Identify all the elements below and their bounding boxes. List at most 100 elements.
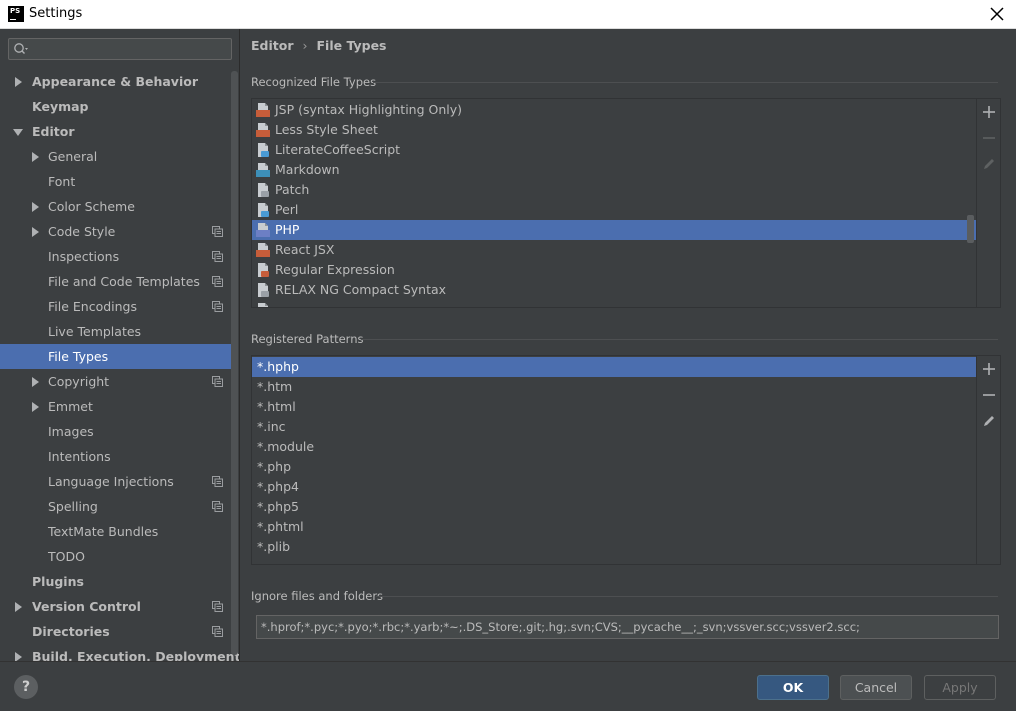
file-type-label: RELAX NG Compact Syntax [275, 282, 447, 297]
recognized-file-types-list[interactable]: JSP (syntax Highlighting Only) Less Style… [251, 98, 1001, 308]
sidebar-item[interactable]: Images [0, 419, 232, 444]
file-type-row[interactable]: Regular Expression [252, 260, 976, 280]
file-type-row[interactable]: JSP (syntax Highlighting Only) [252, 100, 976, 120]
project-level-icon [212, 251, 223, 262]
sidebar-item[interactable]: Appearance & Behavior [0, 69, 232, 94]
remove-pattern-icon[interactable] [981, 387, 997, 403]
file-type-label: Less Style Sheet [275, 122, 378, 137]
sidebar-item[interactable]: Emmet [0, 394, 232, 419]
sidebar-item[interactable]: Version Control [0, 594, 232, 619]
file-type-row[interactable]: Less Style Sheet [252, 120, 976, 140]
sidebar-item[interactable]: TextMate Bundles [0, 519, 232, 544]
sidebar-item[interactable]: Intentions [0, 444, 232, 469]
file-type-row[interactable]: Perl [252, 200, 976, 220]
file-type-row[interactable]: RELAX NG Compact Syntax [252, 280, 976, 300]
file-type-row[interactable]: LiterateCoffeeScript [252, 140, 976, 160]
sidebar-item[interactable]: File Encodings [0, 294, 232, 319]
pattern-label: *.plib [257, 539, 291, 554]
sidebar-item[interactable]: File Types [0, 344, 232, 369]
section-divider [373, 82, 998, 83]
pattern-row[interactable]: *.plib [252, 537, 976, 557]
cancel-button[interactable]: Cancel [840, 675, 912, 700]
search-input[interactable] [33, 40, 227, 58]
sidebar-item-label: Inspections [48, 249, 120, 264]
pattern-row[interactable]: *.php [252, 457, 976, 477]
edit-file-type-icon[interactable] [981, 156, 997, 172]
help-button[interactable]: ? [14, 675, 38, 699]
chevron-down-icon[interactable] [13, 129, 23, 136]
sidebar-item[interactable]: Editor [0, 119, 232, 144]
pattern-row[interactable]: *.phtml [252, 517, 976, 537]
sidebar-item-label: Color Scheme [48, 199, 135, 214]
sidebar-item[interactable]: Live Templates [0, 319, 232, 344]
sidebar-item[interactable]: Color Scheme [0, 194, 232, 219]
pattern-row[interactable]: *.html [252, 397, 976, 417]
chevron-right-icon[interactable] [15, 652, 22, 661]
file-type-icon [258, 143, 269, 157]
sidebar-item-label: Images [48, 424, 94, 439]
registered-patterns-list[interactable]: *.hphp *.htm *.html *.inc *.module *.php *.php… [251, 355, 1001, 565]
chevron-right-icon[interactable] [32, 402, 39, 412]
search-box[interactable] [8, 38, 232, 60]
sidebar-item-label: Live Templates [48, 324, 142, 339]
sidebar-item[interactable]: File and Code Templates [0, 269, 232, 294]
file-types-scrollbar[interactable] [967, 215, 974, 243]
sidebar-item[interactable]: TODO [0, 544, 232, 569]
project-level-icon [212, 226, 223, 237]
pattern-row[interactable]: *.htm [252, 377, 976, 397]
sidebar-item[interactable]: Inspections [0, 244, 232, 269]
ignore-files-input[interactable] [256, 615, 999, 639]
sidebar-item[interactable]: General [0, 144, 232, 169]
sidebar-item[interactable]: Font [0, 169, 232, 194]
pattern-row[interactable]: *.php5 [252, 497, 976, 517]
add-pattern-icon[interactable] [981, 361, 997, 377]
ok-button[interactable]: OK [757, 675, 829, 700]
project-level-icon [212, 301, 223, 312]
pattern-row[interactable]: *.hphp [252, 357, 976, 377]
pattern-row[interactable]: *.module [252, 437, 976, 457]
file-type-row[interactable]: React JSX [252, 240, 976, 260]
registered-patterns-label: Registered Patterns [251, 332, 364, 346]
chevron-right-icon[interactable] [32, 202, 39, 212]
sidebar-item-label: Emmet [48, 399, 93, 414]
close-icon[interactable] [988, 5, 1006, 23]
file-type-row[interactable] [252, 300, 976, 307]
file-type-row[interactable]: Patch [252, 180, 976, 200]
file-type-label: LiterateCoffeeScript [275, 142, 401, 157]
sidebar-scrollbar[interactable] [231, 71, 238, 655]
file-type-icon [258, 203, 269, 217]
file-type-icon [256, 123, 270, 137]
chevron-right-icon[interactable] [32, 377, 39, 387]
edit-pattern-icon[interactable] [981, 413, 997, 429]
file-type-row[interactable]: PHP [252, 220, 976, 240]
sidebar-item[interactable]: Spelling [0, 494, 232, 519]
sidebar-item[interactable]: Build, Execution, Deployment [0, 644, 239, 661]
sidebar-item[interactable]: Plugins [0, 569, 232, 594]
chevron-right-icon[interactable] [15, 77, 22, 87]
sidebar-item[interactable]: Keymap [0, 94, 232, 119]
sidebar-item-label: Font [48, 174, 76, 189]
sidebar-item-label: Language Injections [48, 474, 174, 489]
sidebar-item[interactable]: Copyright [0, 369, 232, 394]
sidebar-item-label: Code Style [48, 224, 116, 239]
add-file-type-icon[interactable] [981, 104, 997, 120]
sidebar-item[interactable]: Language Injections [0, 469, 232, 494]
sidebar-item[interactable]: Directories [0, 619, 232, 644]
chevron-right-icon[interactable] [32, 227, 39, 237]
file-type-icon [256, 243, 270, 257]
title-bar: PS Settings [0, 0, 1016, 29]
file-types-toolbar [976, 99, 1000, 307]
remove-file-type-icon[interactable] [981, 130, 997, 146]
pattern-label: *.php4 [257, 479, 299, 494]
pattern-label: *.module [257, 439, 315, 454]
file-type-row[interactable]: Markdown [252, 160, 976, 180]
chevron-right-icon[interactable] [32, 152, 39, 162]
pattern-label: *.php [257, 459, 292, 474]
apply-button[interactable]: Apply [924, 675, 996, 700]
sidebar-item-label: Version Control [32, 599, 141, 614]
pattern-row[interactable]: *.inc [252, 417, 976, 437]
chevron-right-icon[interactable] [15, 602, 22, 612]
breadcrumb-parent[interactable]: Editor [251, 38, 294, 53]
sidebar-item[interactable]: Code Style [0, 219, 232, 244]
pattern-row[interactable]: *.php4 [252, 477, 976, 497]
